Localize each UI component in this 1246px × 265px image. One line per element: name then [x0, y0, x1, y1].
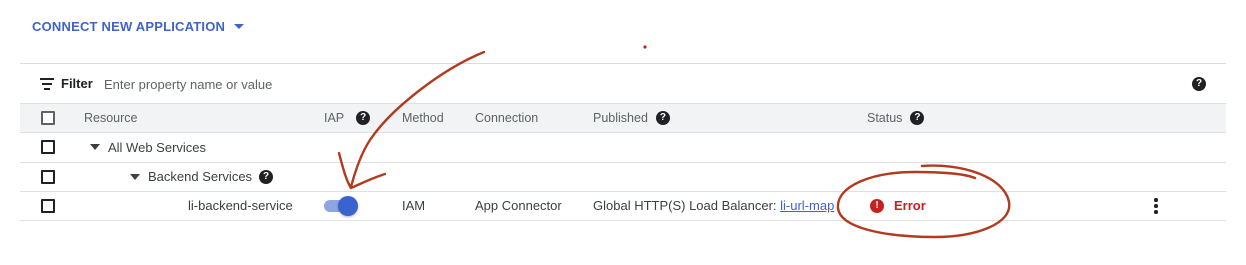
error-icon: !	[870, 198, 884, 213]
help-icon[interactable]: ?	[1192, 77, 1206, 91]
url-map-link[interactable]: li-url-map	[780, 198, 834, 213]
table-row: li-backend-service IAM App Connector Glo…	[20, 191, 1226, 221]
column-method[interactable]: Method	[402, 111, 444, 125]
column-iap[interactable]: IAP	[324, 111, 344, 125]
filter-label: Filter	[61, 76, 93, 91]
expand-backend-services[interactable]: Backend Services ?	[130, 163, 274, 192]
filter-icon[interactable]	[40, 78, 54, 90]
filter-bar: Filter ?	[20, 63, 1226, 103]
table-row: All Web Services	[20, 132, 1226, 162]
resource-name: li-backend-service	[188, 198, 293, 214]
iap-toggle[interactable]	[323, 195, 359, 216]
status-help-icon[interactable]: ?	[910, 111, 925, 125]
published-help-icon[interactable]: ?	[655, 111, 670, 125]
more-actions-icon[interactable]	[1154, 198, 1158, 214]
method-value: IAM	[402, 198, 426, 214]
expand-triangle-icon[interactable]	[90, 144, 100, 151]
annotation-dot	[643, 45, 647, 49]
connect-new-application-label: CONNECT NEW APPLICATION	[32, 18, 226, 34]
row-checkbox[interactable]	[41, 140, 55, 155]
resources-table: Resource IAP ? Method Connection Publish…	[20, 103, 1226, 221]
caret-down-icon	[234, 23, 245, 29]
expand-all-web-services[interactable]: All Web Services	[90, 133, 206, 162]
published-prefix: Global HTTP(S) Load Balancer:	[593, 198, 781, 214]
backend-services-help-icon[interactable]: ?	[259, 169, 274, 184]
connect-new-application-button[interactable]: CONNECT NEW APPLICATION	[32, 16, 245, 36]
filter-input[interactable]	[104, 73, 504, 95]
column-status[interactable]: Status	[867, 111, 902, 125]
select-all-checkbox[interactable]	[41, 111, 55, 125]
column-resource[interactable]: Resource	[84, 111, 138, 125]
connection-value: App Connector	[475, 198, 562, 214]
table-row: Backend Services ?	[20, 161, 1226, 192]
row-checkbox[interactable]	[41, 198, 55, 213]
table-header: Resource IAP ? Method Connection Publish…	[20, 103, 1226, 132]
column-published[interactable]: Published	[593, 111, 648, 125]
resource-name: Backend Services	[148, 169, 253, 185]
expand-triangle-icon[interactable]	[130, 173, 140, 180]
iap-help-icon[interactable]: ?	[356, 111, 371, 125]
status-value: Error	[894, 198, 926, 214]
resource-name: All Web Services	[108, 139, 207, 155]
row-checkbox[interactable]	[41, 169, 55, 184]
toggle-knob	[338, 195, 358, 216]
column-connection[interactable]: Connection	[475, 111, 538, 125]
